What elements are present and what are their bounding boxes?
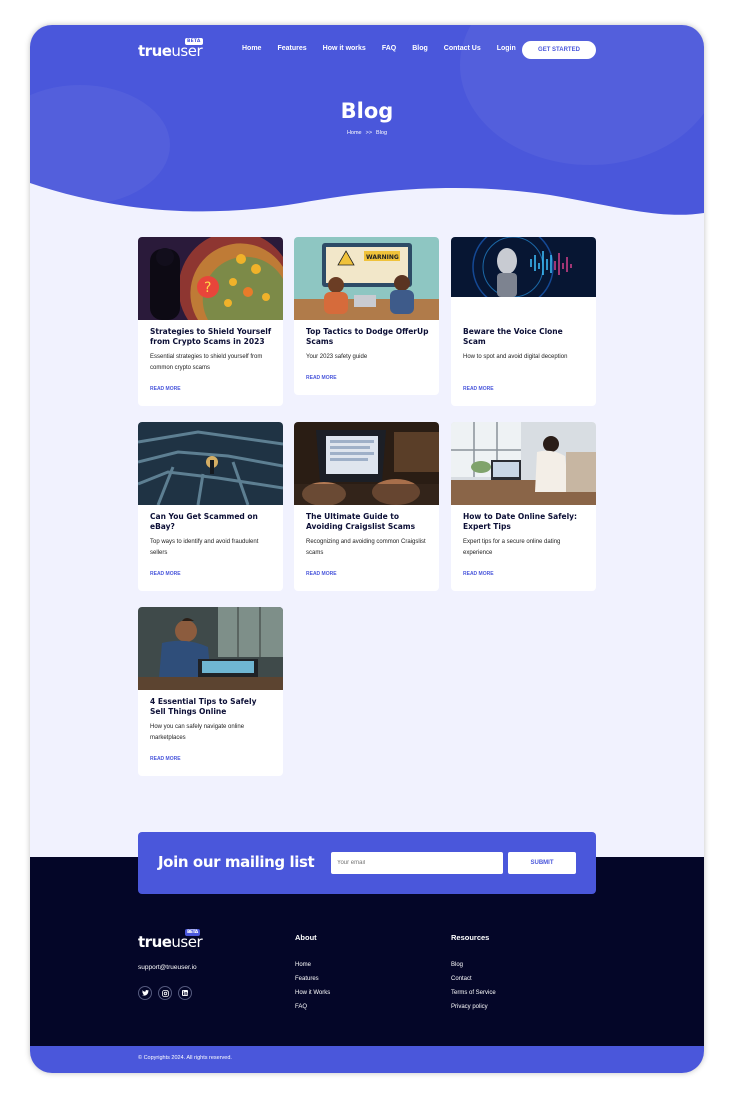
footer-about-column: About Home Features How it Works FAQ — [295, 933, 330, 1018]
read-more-link[interactable]: READ MORE — [150, 756, 181, 762]
beta-badge: BETA — [185, 38, 203, 45]
offerup-warning-image[interactable]: WARNING — [294, 237, 439, 320]
breadcrumb-current: Blog — [376, 130, 388, 136]
footer-about-heading: About — [295, 933, 317, 942]
breadcrumb-separator: >> — [365, 130, 373, 136]
blog-card[interactable]: Beware the Voice Clone Scam How to spot … — [451, 237, 596, 406]
mailing-list-banner: Join our mailing list SUBMIT — [138, 832, 596, 894]
nav-how-it-works[interactable]: How it works — [323, 45, 366, 52]
read-more-link[interactable]: READ MORE — [150, 571, 181, 577]
voice-clone-robot-image[interactable] — [451, 237, 596, 297]
blog-card[interactable]: The Ultimate Guide to Avoiding Craigslis… — [294, 422, 439, 591]
submit-button[interactable]: SUBMIT — [508, 852, 576, 874]
beta-badge: BETA — [185, 929, 200, 936]
svg-text:WARNING: WARNING — [366, 254, 399, 261]
post-title[interactable]: Strategies to Shield Yourself from Crypt… — [150, 327, 274, 346]
post-description: Recognizing and avoiding common Craigsli… — [306, 539, 426, 556]
read-more-link[interactable]: READ MORE — [150, 386, 181, 392]
footer-link-contact[interactable]: Contact — [451, 976, 496, 982]
post-title[interactable]: Top Tactics to Dodge OfferUp Scams — [306, 327, 430, 346]
post-description: How to spot and avoid digital deception — [463, 354, 568, 360]
svg-text:?: ? — [204, 280, 211, 296]
footer-link-home[interactable]: Home — [295, 962, 330, 968]
nav-home[interactable]: Home — [242, 45, 261, 52]
linkedin-icon[interactable] — [178, 986, 192, 1000]
blog-card[interactable]: ? Strategies to Shield Yourself from Cry… — [138, 237, 283, 406]
nav-login[interactable]: Login — [497, 45, 516, 52]
breadcrumb-home[interactable]: Home — [347, 130, 362, 136]
footer-resources-heading: Resources — [451, 933, 490, 942]
page-title: Blog — [340, 99, 394, 123]
page-frame: trueuser BETA Home Features How it works… — [30, 25, 704, 1073]
post-description: Essential strategies to shield yourself … — [150, 354, 263, 371]
woman-desk-image[interactable] — [451, 422, 596, 505]
post-description: Your 2023 safety guide — [306, 354, 368, 360]
footer-link-privacy[interactable]: Privacy policy — [451, 1004, 496, 1010]
post-description: Expert tips for a secure online dating e… — [463, 539, 561, 556]
read-more-link[interactable]: READ MORE — [306, 571, 337, 577]
get-started-button[interactable]: GET STARTED — [522, 41, 596, 59]
copyright-bar: © Copyrights 2024. All rights reserved. — [30, 1046, 704, 1073]
breadcrumb: Home >> Blog — [30, 130, 704, 136]
post-title[interactable]: The Ultimate Guide to Avoiding Craigslis… — [306, 512, 430, 531]
footer-link-features[interactable]: Features — [295, 976, 330, 982]
read-more-link[interactable]: READ MORE — [463, 386, 494, 392]
read-more-link[interactable]: READ MORE — [463, 571, 494, 577]
nav-blog[interactable]: Blog — [412, 45, 428, 52]
crypto-scam-image[interactable]: ? — [138, 237, 283, 320]
top-nav: trueuser BETA Home Features How it works… — [138, 38, 596, 61]
post-title[interactable]: Can You Get Scammed on eBay? — [150, 512, 274, 531]
blog-card[interactable]: 4 Essential Tips to Safely Sell Things O… — [138, 607, 283, 776]
nav-contact[interactable]: Contact Us — [444, 45, 481, 52]
read-more-link[interactable]: READ MORE — [306, 375, 337, 381]
maze-image[interactable] — [138, 422, 283, 505]
blog-card[interactable]: WARNING Top Tactics to Dodge OfferUp Sca… — [294, 237, 439, 395]
footer-resources-column: Resources Blog Contact Terms of Service … — [451, 933, 496, 1018]
footer-logo[interactable]: trueuser BETA — [138, 929, 203, 951]
blog-card[interactable]: Can You Get Scammed on eBay? Top ways to… — [138, 422, 283, 591]
footer-link-faq[interactable]: FAQ — [295, 1004, 330, 1010]
email-input[interactable] — [331, 852, 503, 874]
nav-features[interactable]: Features — [277, 45, 306, 52]
support-email[interactable]: support@trueuser.io — [138, 964, 197, 971]
nav-links: Home Features How it works FAQ Blog Cont… — [242, 45, 532, 52]
footer-link-terms[interactable]: Terms of Service — [451, 990, 496, 996]
post-title[interactable]: Beware the Voice Clone Scam — [463, 327, 587, 346]
logo[interactable]: trueuser BETA — [138, 38, 203, 60]
post-title[interactable]: How to Date Online Safely: Expert Tips — [463, 512, 587, 531]
man-laptop-image[interactable] — [138, 607, 283, 690]
nav-faq[interactable]: FAQ — [382, 45, 396, 52]
twitter-icon[interactable] — [138, 986, 152, 1000]
laptop-hands-image[interactable] — [294, 422, 439, 505]
instagram-icon[interactable] — [158, 986, 172, 1000]
footer-link-blog[interactable]: Blog — [451, 962, 496, 968]
post-title[interactable]: 4 Essential Tips to Safely Sell Things O… — [150, 697, 274, 716]
footer-link-how-it-works[interactable]: How it Works — [295, 990, 330, 996]
hero-section: trueuser BETA Home Features How it works… — [30, 25, 704, 225]
post-description: Top ways to identify and avoid fraudulen… — [150, 539, 259, 556]
copyright-text: © Copyrights 2024. All rights reserved. — [138, 1055, 232, 1061]
mailing-list-heading: Join our mailing list — [158, 853, 315, 871]
hero-wave — [30, 183, 704, 225]
post-description: How you can safely navigate online marke… — [150, 724, 245, 741]
blog-card[interactable]: How to Date Online Safely: Expert Tips E… — [451, 422, 596, 591]
